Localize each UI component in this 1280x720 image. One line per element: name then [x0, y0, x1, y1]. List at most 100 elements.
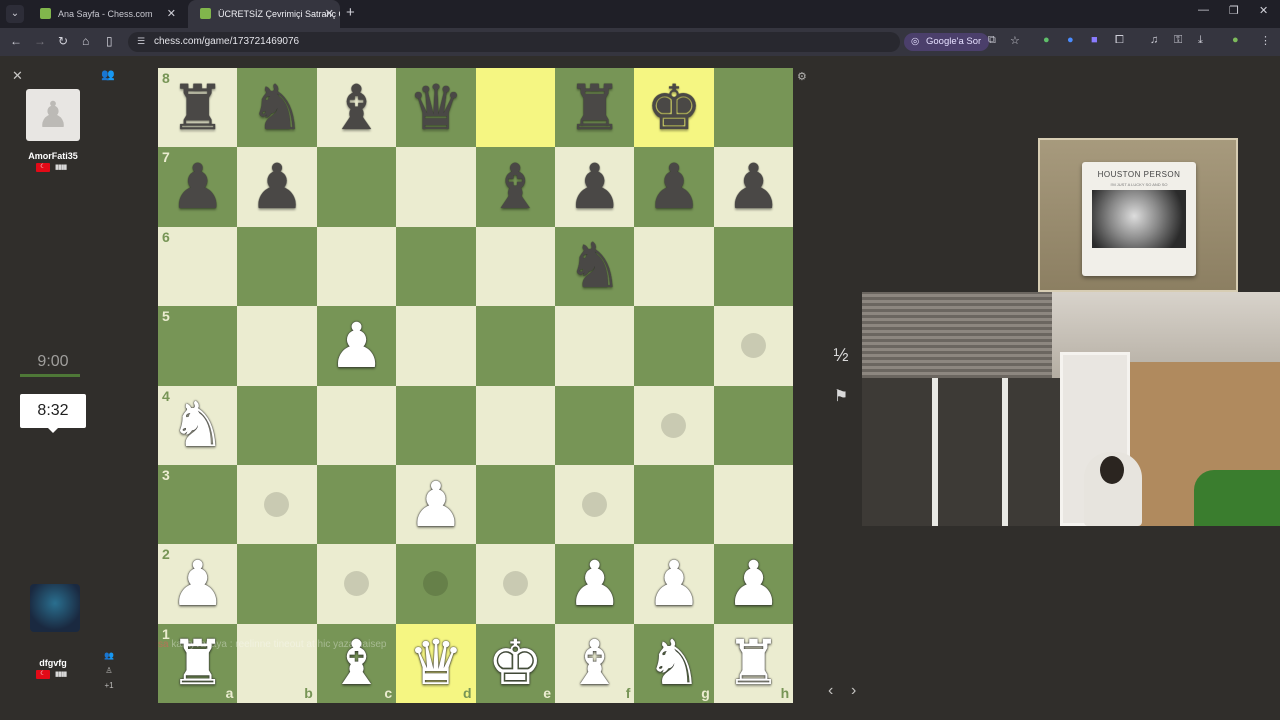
square-g6[interactable] — [634, 226, 714, 307]
white-bishop-c1[interactable]: ♝ — [317, 624, 396, 703]
square-b1[interactable]: b — [237, 623, 317, 704]
previous-move-icon[interactable]: ‹ — [828, 682, 833, 700]
square-g2[interactable]: ♟ — [634, 544, 714, 624]
white-pawn-f2[interactable]: ♟ — [555, 544, 634, 623]
square-h7[interactable]: ♟ — [713, 147, 794, 227]
square-e3[interactable] — [475, 465, 555, 545]
move-hint-f3[interactable] — [582, 492, 607, 517]
google-lens-button[interactable]: Google'a Sor — [904, 33, 990, 51]
square-a8[interactable]: 8 ♜ — [158, 68, 238, 148]
square-a2[interactable]: 2 ♟ — [158, 544, 238, 624]
square-e2[interactable] — [475, 544, 555, 624]
home-icon[interactable]: ⌂ — [82, 34, 89, 48]
square-e4[interactable] — [475, 385, 555, 465]
white-pawn-h2[interactable]: ♟ — [714, 544, 793, 623]
square-a7[interactable]: 7 ♟ — [158, 147, 238, 227]
square-g1[interactable]: g ♞ — [634, 623, 714, 704]
white-queen-d1[interactable]: ♛ — [396, 624, 475, 703]
black-bishop-e7[interactable]: ♝ — [476, 147, 555, 226]
move-hint-g4[interactable] — [661, 412, 687, 438]
square-g3[interactable] — [634, 465, 714, 545]
bottom-player-avatar[interactable] — [30, 584, 80, 632]
extension-discord-icon[interactable]: ■ — [1091, 34, 1098, 46]
minimize-icon[interactable]: — — [1198, 4, 1209, 16]
close-tab-icon[interactable]: ✕ — [325, 0, 334, 28]
friends-icon[interactable]: 👥 — [101, 68, 115, 81]
square-d3[interactable]: ♟ — [396, 465, 476, 545]
friends-small-icon[interactable]: 👥 — [102, 648, 116, 663]
square-f6[interactable]: ♞ — [555, 226, 635, 307]
square-d4[interactable] — [396, 385, 476, 465]
browser-tab-home[interactable]: Ana Sayfa - Chess.com ✕ — [28, 0, 182, 28]
move-hint-e2[interactable] — [502, 571, 528, 597]
new-tab-button[interactable]: + — [346, 4, 355, 21]
white-pawn-c5[interactable]: ♟ — [317, 306, 396, 385]
window-close-icon[interactable]: ✕ — [1259, 4, 1268, 17]
black-pawn-a7[interactable]: ♟ — [158, 147, 237, 226]
more-menu-icon[interactable]: ⋮ — [1260, 34, 1271, 47]
square-c8[interactable]: ♝ — [316, 68, 397, 148]
square-f3[interactable] — [555, 465, 635, 545]
square-d2[interactable] — [396, 544, 476, 624]
extensions-puzzle-icon[interactable]: ⧠ — [1115, 34, 1124, 47]
white-rook-a1[interactable]: ♜ — [158, 624, 237, 703]
square-g5[interactable] — [634, 306, 714, 386]
install-app-icon[interactable]: ⧉ — [988, 34, 996, 47]
square-h2[interactable]: ♟ — [713, 544, 794, 624]
square-c1[interactable]: c ♝ — [316, 623, 397, 704]
black-bishop-c8[interactable]: ♝ — [317, 68, 396, 147]
square-h6[interactable] — [713, 226, 794, 307]
back-icon[interactable]: ← — [10, 34, 22, 48]
site-info-icon[interactable]: ☰ — [137, 36, 145, 47]
square-c5[interactable]: ♟ — [316, 306, 397, 386]
move-hint-h5[interactable] — [740, 333, 766, 359]
square-h4[interactable] — [713, 385, 794, 465]
top-player-avatar[interactable]: ♟ — [26, 89, 80, 141]
square-e6[interactable] — [475, 226, 555, 307]
password-icon[interactable]: ⚿ — [1174, 34, 1182, 47]
square-a5[interactable]: 5 — [158, 306, 238, 386]
square-h8[interactable] — [713, 68, 794, 148]
square-h5[interactable] — [713, 306, 794, 386]
square-a6[interactable]: 6 — [158, 226, 238, 307]
square-b6[interactable] — [237, 226, 317, 307]
square-f7[interactable]: ♟ — [555, 147, 635, 227]
white-king-e1[interactable]: ♚ — [476, 624, 555, 703]
download-icon[interactable]: ⤓ — [1198, 34, 1203, 47]
chess-board[interactable]: 8 ♜ ♞ ♝ ♛ ♜ ♚ 7 ♟ ♟ ♝ ♟ ♟ ♟ 6 ♞ 5 ♟ 4 ♞ 3 ♟ 2 ♟ ♟ ♟ ♟ 1 a ♜ b c ♝ d ♛ e ♚ f ♝ g… — [158, 68, 794, 704]
square-d1[interactable]: d ♛ — [396, 623, 476, 704]
black-pawn-f7[interactable]: ♟ — [555, 147, 634, 226]
square-e1[interactable]: e ♚ — [475, 623, 555, 704]
top-player-name[interactable]: AmorFati35 — [0, 151, 106, 161]
move-hint-c2[interactable] — [343, 571, 369, 597]
black-pawn-b7[interactable]: ♟ — [237, 147, 316, 226]
black-knight-b8[interactable]: ♞ — [237, 68, 316, 147]
square-e5[interactable] — [475, 306, 555, 386]
move-hint-d2[interactable] — [423, 571, 449, 597]
square-f5[interactable] — [555, 306, 635, 386]
square-e8[interactable] — [475, 68, 555, 148]
board-settings-gear-icon[interactable]: ⚙ — [797, 70, 807, 83]
square-c7[interactable] — [316, 147, 397, 227]
split-view-icon[interactable]: ▯ — [106, 34, 113, 48]
resign-flag-icon[interactable]: ⚑ — [826, 382, 856, 412]
square-b3[interactable] — [237, 465, 317, 545]
square-h3[interactable] — [713, 465, 794, 545]
square-h1[interactable]: h ♜ — [713, 623, 794, 704]
close-panel-icon[interactable]: ✕ — [12, 68, 23, 84]
square-d7[interactable] — [396, 147, 476, 227]
white-pawn-d3[interactable]: ♟ — [396, 465, 475, 544]
black-queen-d8[interactable]: ♛ — [396, 68, 475, 147]
square-d5[interactable] — [396, 306, 476, 386]
extension-blue-icon[interactable]: ● — [1067, 34, 1074, 46]
bookmark-star-icon[interactable]: ☆ — [1010, 34, 1020, 47]
maximize-icon[interactable]: ❐ — [1229, 4, 1239, 17]
browser-tab-game[interactable]: ÜCRETSİZ Çevrimiçi Satranç Oy ✕ — [188, 0, 340, 28]
black-rook-a8[interactable]: ♜ — [158, 68, 237, 147]
black-knight-f6[interactable]: ♞ — [555, 227, 634, 306]
square-f4[interactable] — [555, 385, 635, 465]
url-text[interactable]: chess.com/game/173721469076 — [154, 36, 299, 47]
square-a4[interactable]: 4 ♞ — [158, 385, 238, 465]
next-move-icon[interactable]: › — [851, 682, 856, 700]
square-d8[interactable]: ♛ — [396, 68, 476, 148]
